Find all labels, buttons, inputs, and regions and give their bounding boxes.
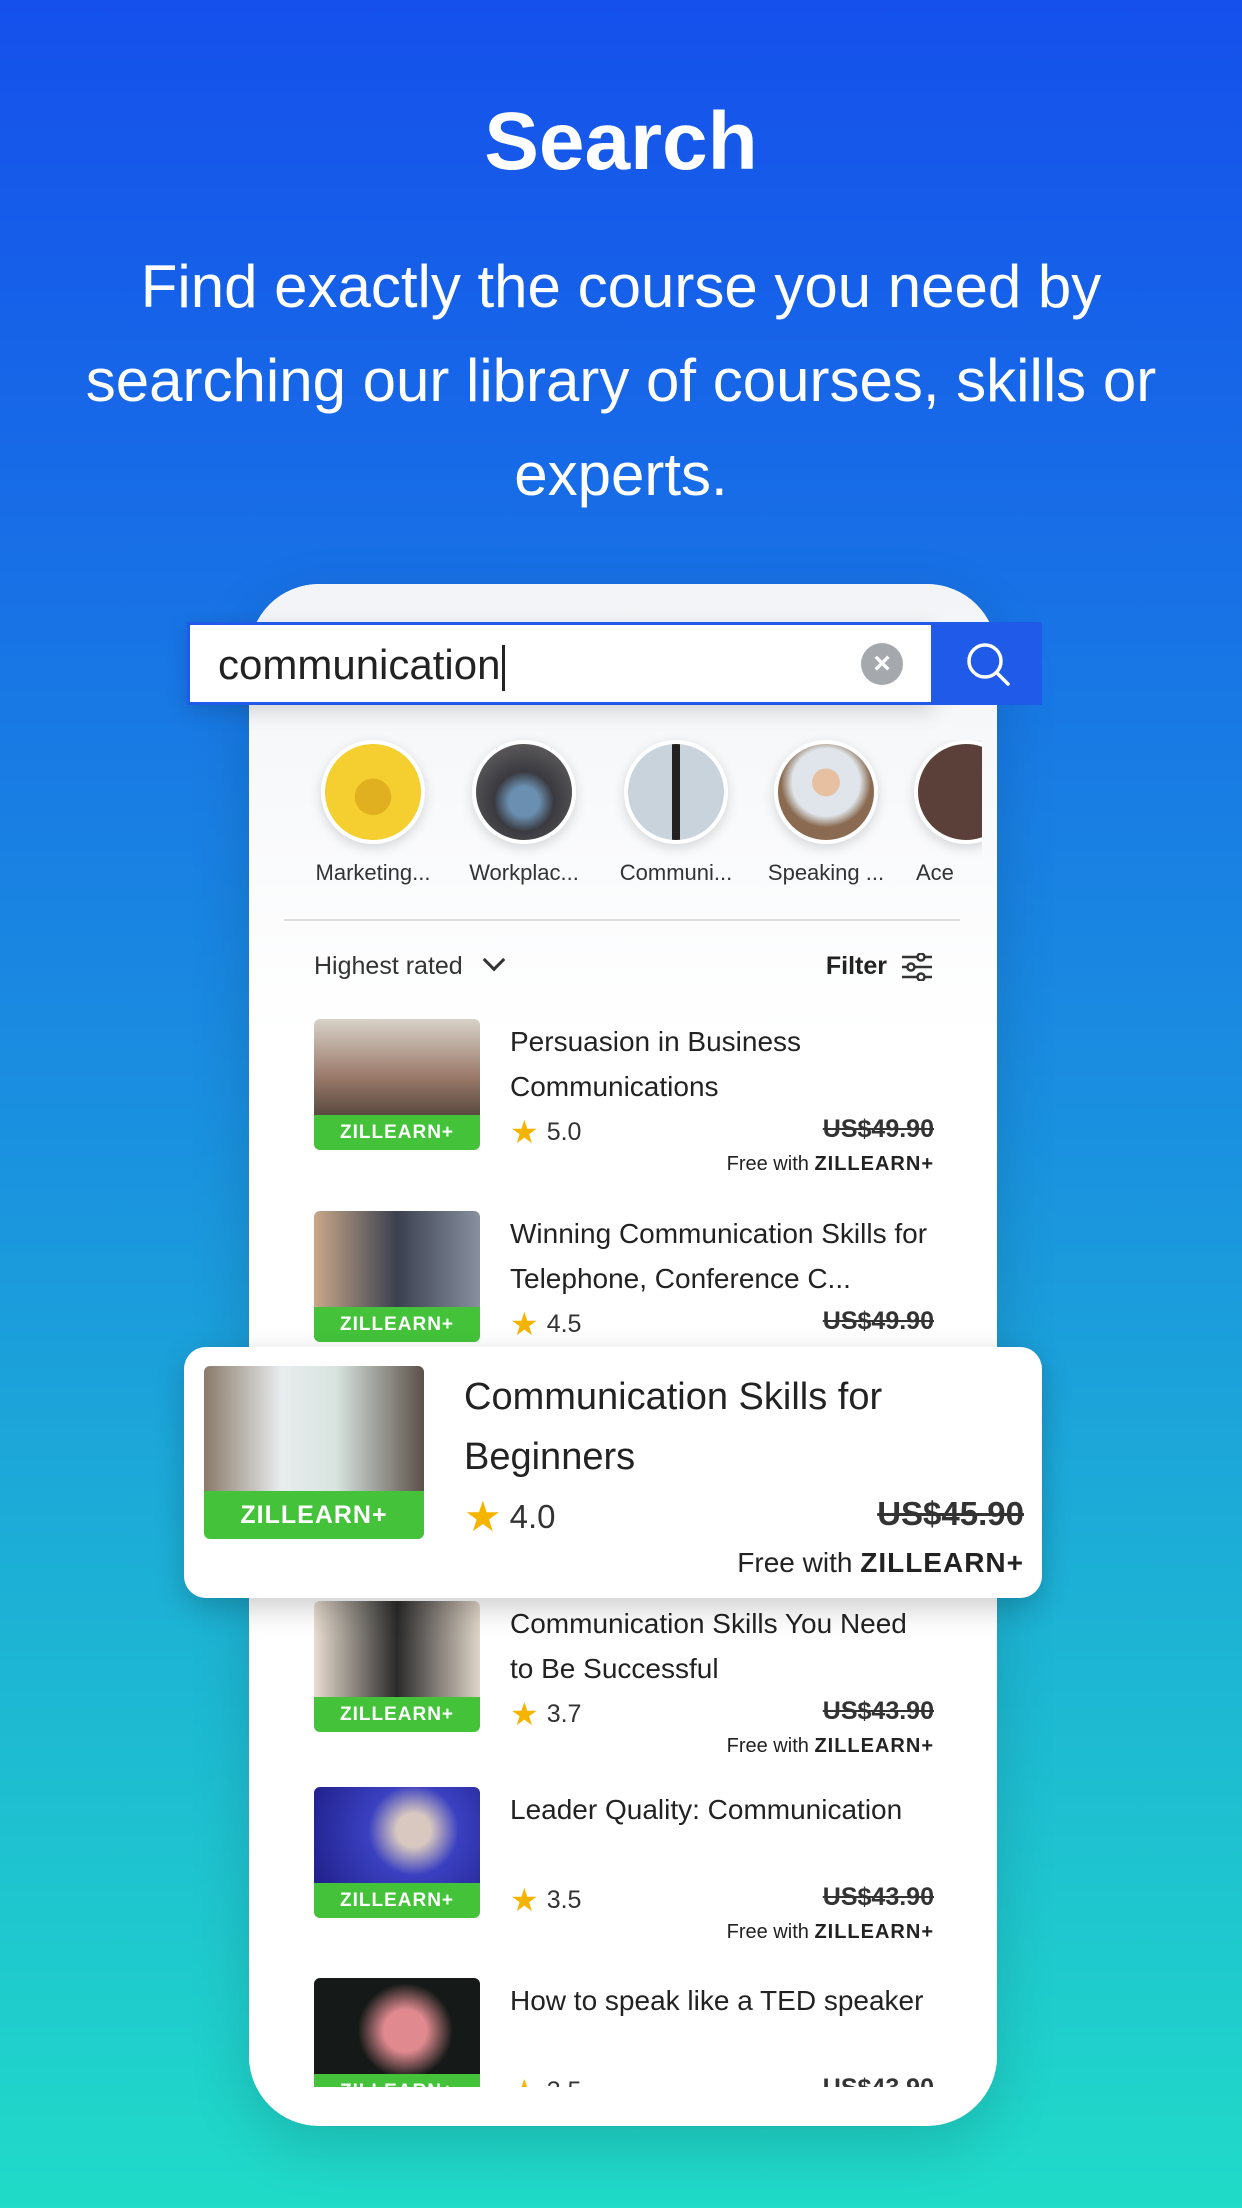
category-image — [321, 740, 425, 844]
star-icon: ★ — [510, 1882, 539, 1918]
course-price: US$43.90 — [822, 1883, 934, 1911]
category-image — [774, 740, 878, 844]
chevron-down-icon — [482, 948, 505, 972]
course-rating: ★3.5 — [510, 1882, 582, 1918]
course-thumbnail: ZILLEARN+ — [314, 1601, 480, 1732]
star-icon: ★ — [510, 1696, 539, 1732]
search-icon — [967, 642, 1010, 686]
category-label: Speaking ... — [767, 860, 885, 885]
course-item[interactable]: ZILLEARN+ How to speak like a TED speake… — [314, 1978, 934, 2087]
course-title: Persuasion in Business Communications — [510, 1026, 802, 1102]
category-image — [472, 740, 576, 844]
free-with-label: Free with ZILLEARN+ — [726, 1921, 934, 1943]
category-label: Communi... — [619, 860, 733, 885]
filter-label: Filter — [825, 952, 887, 980]
course-item[interactable]: ZILLEARN+ Persuasion in Business Communi… — [314, 1019, 934, 1199]
zillearn-badge: ZILLEARN+ — [314, 2074, 480, 2087]
zillearn-badge: ZILLEARN+ — [204, 1491, 424, 1539]
course-rating: ★ 4.0 — [464, 1493, 556, 1540]
category-ace[interactable]: Ace — [902, 740, 982, 886]
course-price: US$43.90 — [822, 1697, 934, 1725]
category-image — [624, 740, 728, 844]
sort-dropdown[interactable]: Highest rated — [314, 948, 505, 981]
zillearn-badge: ZILLEARN+ — [314, 1883, 480, 1918]
course-rating: ★ 3.7 — [510, 1696, 582, 1732]
course-thumbnail: ZILLEARN+ — [314, 1019, 480, 1150]
course-price: US$49.90 — [822, 1307, 934, 1335]
course-rating: ★3.5 — [510, 2072, 581, 2087]
course-title: Communication Skills You Need to Be Succ… — [510, 1608, 907, 1684]
page-title: Search — [484, 96, 758, 187]
sort-label: Highest rated — [314, 952, 463, 980]
course-thumbnail: ZILLEARN+ — [204, 1366, 424, 1539]
category-label: Ace — [916, 860, 954, 885]
filter-button[interactable]: Filter — [826, 952, 933, 981]
course-title: Communication Skills for Beginners — [464, 1376, 883, 1478]
star-icon: ★ — [510, 1114, 539, 1150]
zillearn-badge: ZILLEARN+ — [314, 1697, 480, 1732]
course-thumbnail: ZILLEARN+ — [314, 1978, 480, 2087]
star-icon: ★ — [510, 1306, 539, 1342]
course-price: US$45.90 — [877, 1495, 1024, 1532]
highlighted-course-card[interactable]: ZILLEARN+ Communication Skills for Begin… — [184, 1347, 1042, 1598]
course-thumbnail: ZILLEARN+ — [314, 1787, 480, 1918]
star-icon: ★ — [510, 2072, 539, 2087]
course-thumbnail: ZILLEARN+ — [314, 1211, 480, 1342]
free-with-label: Free with ZILLEARN+ — [726, 1153, 934, 1175]
course-rating: ★ 5.0 — [510, 1114, 582, 1150]
zillearn-badge: ZILLEARN+ — [314, 1115, 480, 1150]
course-title: How to speak like a TED speaker — [510, 1985, 924, 2016]
course-item[interactable]: ZILLEARN+ Communication Skills You Need … — [314, 1601, 934, 1781]
course-title: Winning Communication Skills for Telepho… — [510, 1218, 928, 1294]
course-rating: ★ 4.5 — [510, 1306, 582, 1342]
course-price: US$43.90 — [823, 2074, 934, 2087]
category-speaking[interactable]: Speaking ... — [751, 740, 901, 886]
search-button[interactable] — [934, 622, 1042, 705]
free-with-label: Free with ZILLEARN+ — [726, 1735, 934, 1757]
clear-icon[interactable]: × — [861, 643, 903, 685]
search-query: communication — [218, 641, 501, 688]
category-marketing[interactable]: Marketing... — [298, 740, 448, 886]
category-communication[interactable]: Communi... — [601, 740, 751, 886]
category-workplace[interactable]: Workplac... — [449, 740, 599, 886]
page-subtitle: Find exactly the course you need by sear… — [85, 253, 1157, 508]
star-icon: ★ — [464, 1493, 502, 1540]
course-price: US$49.90 — [822, 1115, 934, 1143]
category-image — [914, 740, 982, 844]
divider — [284, 919, 960, 921]
sliders-icon — [902, 952, 932, 981]
course-item[interactable]: ZILLEARN+ Leader Quality: Communication … — [314, 1787, 934, 1967]
text-caret — [502, 644, 506, 691]
free-with-label: Free with ZILLEARN+ — [737, 1547, 1024, 1578]
category-label: Workplac... — [469, 860, 579, 885]
search-input[interactable]: communication × — [187, 622, 934, 705]
category-label: Marketing... — [315, 860, 431, 885]
course-title: Leader Quality: Communication — [510, 1794, 903, 1825]
zillearn-badge: ZILLEARN+ — [314, 1307, 480, 1342]
